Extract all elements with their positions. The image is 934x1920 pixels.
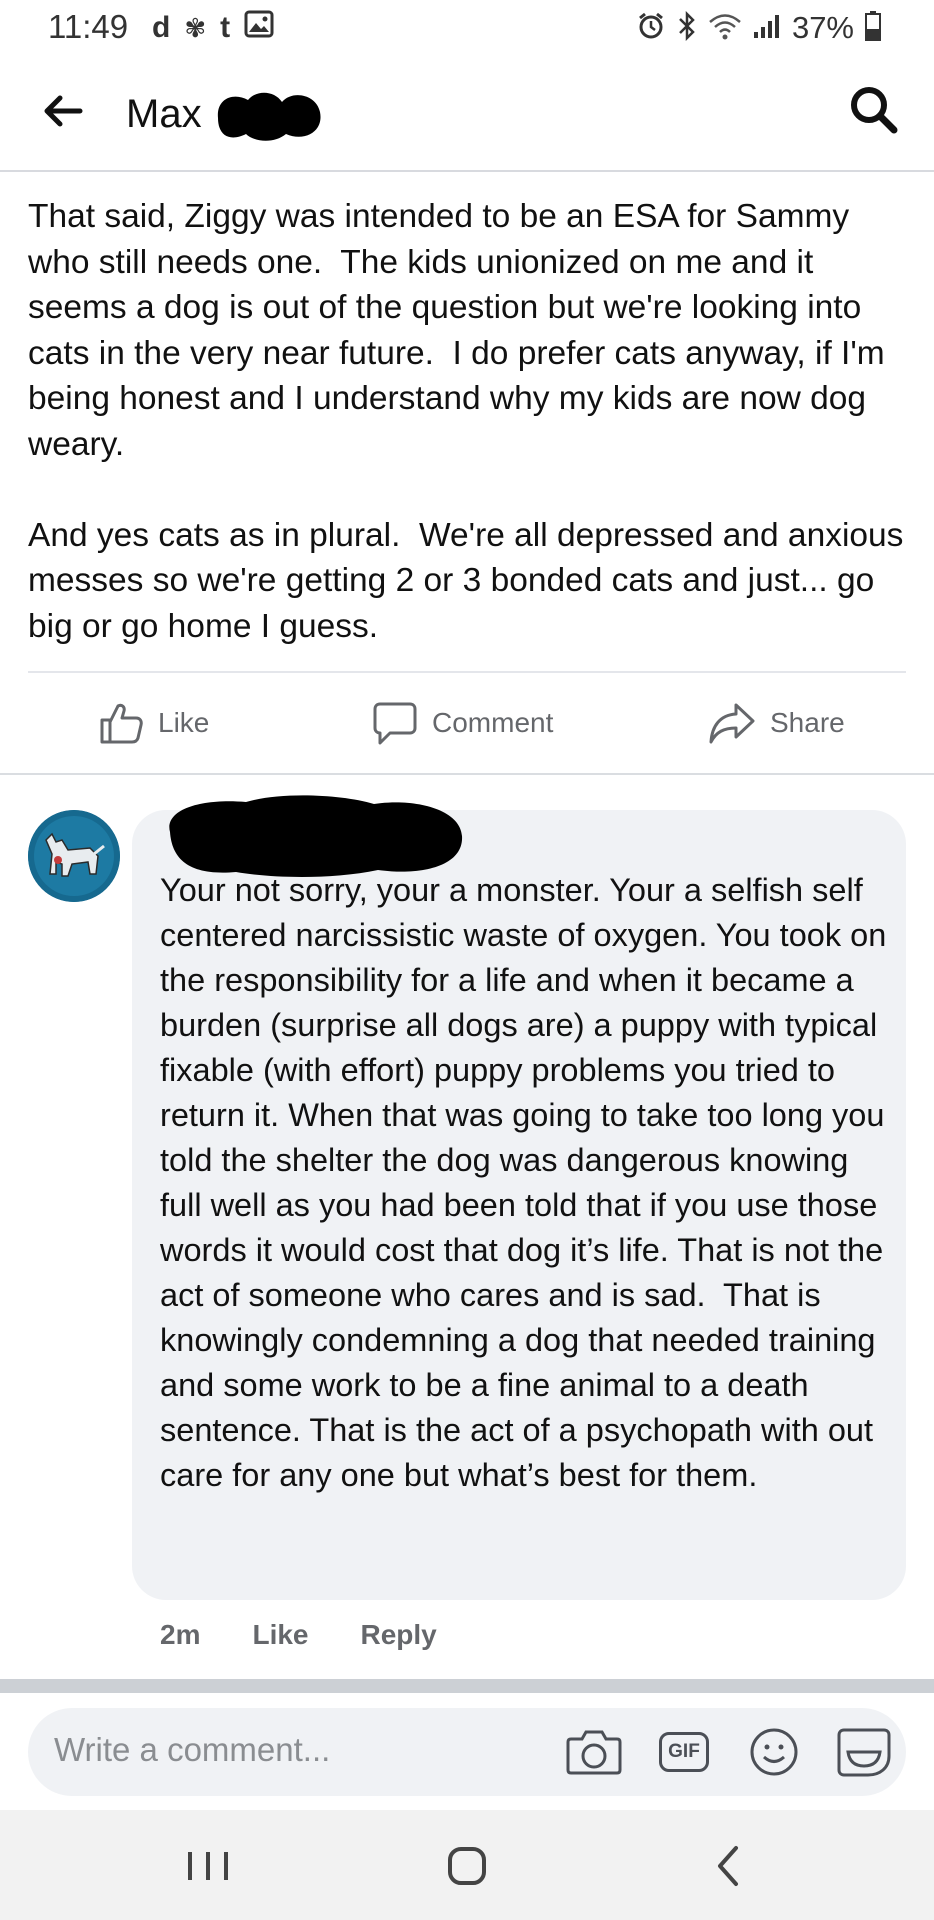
page-title: Max <box>126 92 202 136</box>
composer-tools: GIF <box>564 1716 894 1788</box>
notification-d-icon: d <box>152 11 171 44</box>
gallery-icon <box>244 10 274 46</box>
comment-meta: 2m Like Reply <box>160 1612 489 1658</box>
name-redaction <box>212 88 324 144</box>
post-action-bar: Like Comment Share <box>0 673 934 773</box>
sticker-icon <box>837 1728 891 1777</box>
comment-timestamp: 2m <box>160 1619 201 1650</box>
back-chevron-icon <box>718 1846 738 1886</box>
camera-button[interactable] <box>564 1722 624 1782</box>
post-body-text: That said, Ziggy was intended to be an E… <box>28 198 904 645</box>
gif-icon: GIF <box>659 1732 709 1772</box>
like-label: Like <box>158 707 210 738</box>
battery-icon <box>864 10 882 47</box>
status-time: 11:49 <box>48 8 129 45</box>
system-nav-bar <box>0 1810 934 1920</box>
action-divider <box>0 773 934 775</box>
gif-label: GIF <box>668 1741 700 1762</box>
notification-flower-icon: ✾ <box>184 12 207 43</box>
home-icon <box>448 1847 486 1885</box>
comment-bubble-icon <box>373 702 417 745</box>
battery-percent: 37% <box>791 10 854 45</box>
notification-t-icon: t <box>220 11 231 44</box>
commenter-avatar[interactable] <box>28 810 120 902</box>
back-arrow-icon <box>44 95 83 127</box>
comment-like-link[interactable]: Like <box>252 1619 308 1651</box>
bluetooth-icon <box>676 10 698 46</box>
dog-avatar-icon <box>28 810 120 902</box>
comment-reply-link[interactable]: Reply <box>361 1619 437 1651</box>
comment-text: Your not sorry, your a monster. Your a s… <box>160 872 896 1493</box>
share-arrow-icon <box>709 703 755 744</box>
sticker-button[interactable] <box>834 1722 894 1782</box>
status-right-icons: 37% <box>636 8 882 48</box>
back-nav-button[interactable] <box>696 1834 760 1898</box>
share-label: Share <box>770 707 845 738</box>
status-bar: 11:49 d ✾ t 37% <box>0 0 934 56</box>
thumbs-up-icon <box>100 703 143 744</box>
smiley-icon <box>750 1728 798 1776</box>
recent-apps-icon <box>188 1852 228 1880</box>
wifi-icon <box>708 12 742 45</box>
comment-label: Comment <box>432 707 554 738</box>
emoji-button[interactable] <box>744 1722 804 1782</box>
alarm-icon <box>636 11 666 46</box>
section-separator <box>0 1679 934 1693</box>
notification-icons: d ✾ t <box>152 8 274 48</box>
camera-icon <box>566 1730 622 1775</box>
share-button[interactable]: Share <box>708 673 845 773</box>
header-bar: Max <box>0 56 934 172</box>
search-icon <box>851 87 898 134</box>
like-button[interactable]: Like <box>98 673 209 773</box>
back-button[interactable] <box>38 86 88 136</box>
recent-apps-button[interactable] <box>176 1834 240 1898</box>
gif-button[interactable]: GIF <box>654 1722 714 1782</box>
search-button[interactable] <box>846 82 902 138</box>
home-button[interactable] <box>435 1834 499 1898</box>
comment-button[interactable]: Comment <box>372 673 553 773</box>
signal-icon <box>752 12 782 45</box>
comment-input[interactable]: Write a comment... <box>54 1731 330 1769</box>
